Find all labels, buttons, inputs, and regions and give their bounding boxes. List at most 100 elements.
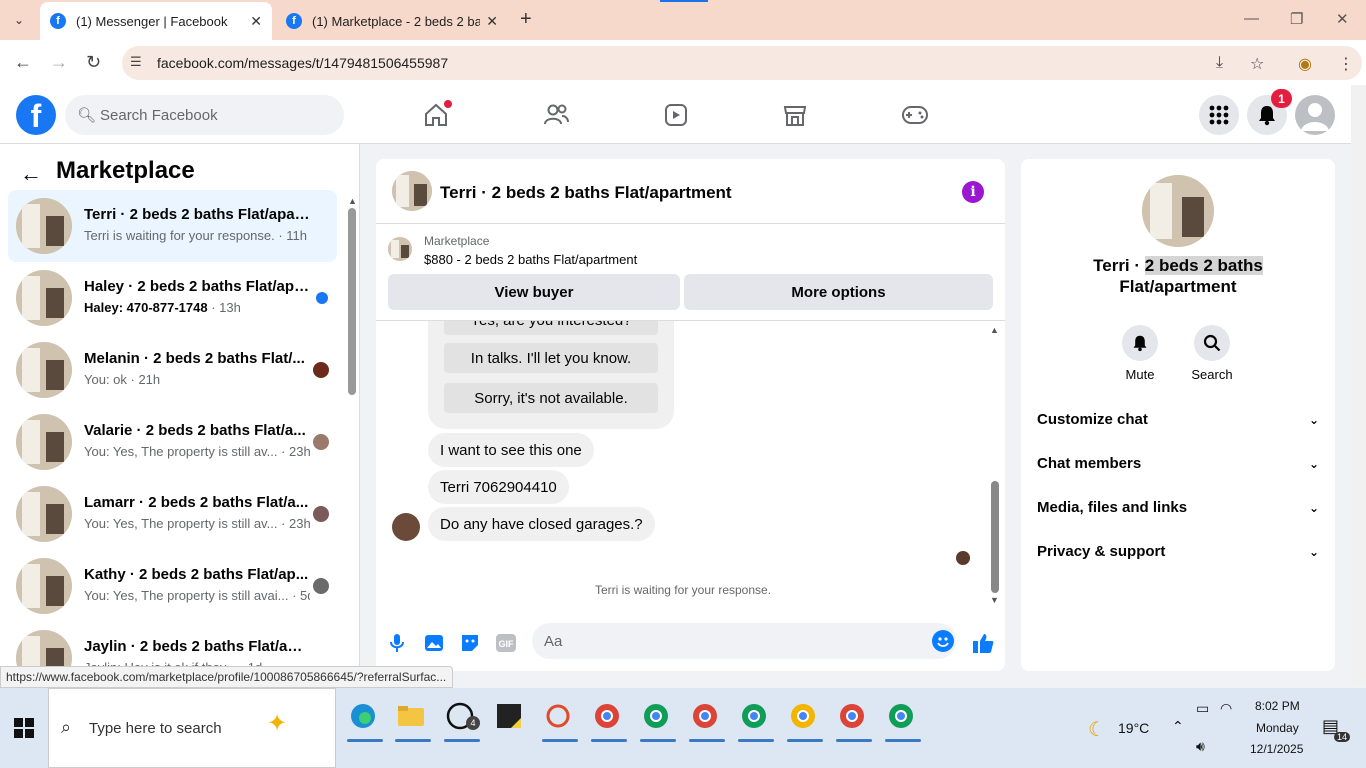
list-title: Marketplace (56, 157, 195, 184)
whatsapp-icon[interactable]: 4 (440, 696, 480, 742)
reload-icon[interactable]: ↻ (86, 52, 101, 73)
facebook-search-input[interactable]: 🔍︎ Search Facebook (65, 95, 344, 135)
file-explorer-icon[interactable] (391, 696, 431, 742)
mute-button[interactable]: Mute (1112, 325, 1168, 382)
gif-icon[interactable]: GIF (495, 632, 517, 654)
media-files-links-section[interactable]: Media, files and links ⌄ (1037, 499, 1319, 523)
conversation-item[interactable]: Kathy · 2 beds 2 baths Flat/ap... You: Y… (8, 550, 337, 622)
battery-icon[interactable]: ▭ (1196, 700, 1209, 717)
omnibox[interactable]: ☰ facebook.com/messages/t/14794815064559… (122, 46, 1362, 80)
chat-avatar[interactable] (392, 171, 432, 211)
clock-date[interactable]: 12/1/2025 (1250, 742, 1303, 756)
tab-close-icon[interactable]: ✕ (250, 13, 262, 30)
url-text[interactable]: facebook.com/messages/t/1479481506455987 (157, 55, 448, 71)
marketplace-icon[interactable] (779, 99, 811, 131)
menu-grid-icon[interactable] (1199, 95, 1239, 135)
listing-thumbnail (16, 342, 72, 398)
customize-chat-section[interactable]: Customize chat ⌄ (1037, 411, 1319, 435)
list-scrollbar[interactable] (348, 208, 356, 395)
taskbar-search-input[interactable]: ⌕ Type here to search ✦ (48, 688, 336, 768)
sticker-icon[interactable] (459, 632, 481, 654)
profile-icon[interactable]: ◉ (1298, 54, 1312, 74)
tray-expand-icon[interactable]: ⌃ (1172, 718, 1184, 735)
friends-icon[interactable] (540, 99, 572, 131)
windows-start-icon[interactable] (14, 718, 34, 738)
view-buyer-button[interactable]: View buyer (388, 274, 680, 310)
facebook-header: f 🔍︎ Search Facebook 1 (0, 85, 1351, 144)
chrome-profile-icon[interactable] (685, 696, 725, 742)
thumbs-up-icon[interactable] (972, 632, 994, 654)
chat-title[interactable]: Terri · 2 beds 2 baths Flat/apartment (440, 183, 732, 203)
details-avatar[interactable] (1142, 175, 1214, 247)
scroll-down-icon[interactable]: ▼ (990, 595, 999, 605)
chrome-profile-icon[interactable] (881, 696, 921, 742)
tab-close-icon[interactable]: ✕ (486, 13, 498, 30)
photo-icon[interactable] (423, 632, 445, 654)
microphone-icon[interactable] (386, 632, 408, 654)
unread-dot (316, 292, 328, 304)
message-bubble: I want to see this one (428, 433, 594, 467)
search-button[interactable]: Search (1184, 325, 1240, 382)
conversation-item[interactable]: Melanin · 2 beds 2 baths Flat/... You: o… (8, 334, 337, 406)
chat-header: Terri · 2 beds 2 baths Flat/apartment i (376, 159, 1005, 224)
chrome-profile-icon[interactable] (734, 696, 774, 742)
clock-time[interactable]: 8:02 PM (1255, 699, 1300, 713)
weather-temp[interactable]: 19°C (1118, 720, 1149, 736)
forward-icon[interactable]: → (50, 52, 68, 73)
conversation-snippet: You: ok · 21h (84, 372, 161, 387)
chat-scrollbar[interactable] (991, 481, 999, 593)
clock-day[interactable]: Monday (1256, 721, 1299, 735)
chat-members-section[interactable]: Chat members ⌄ (1037, 455, 1319, 479)
conversation-item[interactable]: Terri · 2 beds 2 baths Flat/apart... Ter… (8, 190, 337, 262)
whatsapp-badge: 4 (466, 716, 480, 730)
snipping-tool-icon[interactable] (538, 696, 578, 742)
marketplace-conversation-list: ← Marketplace Terri · 2 beds 2 baths Fla… (0, 144, 360, 680)
restore-icon[interactable]: ❐ (1290, 10, 1303, 28)
sender-avatar[interactable] (392, 513, 420, 541)
video-icon[interactable] (660, 99, 692, 131)
window-close-icon[interactable]: ✕ (1336, 10, 1349, 28)
quick-reply-option[interactable]: Sorry, it's not available. (444, 383, 658, 413)
facebook-logo-icon[interactable]: f (16, 95, 56, 135)
menu-kebab-icon[interactable]: ⋮ (1338, 54, 1354, 74)
search-placeholder: Search Facebook (100, 107, 218, 124)
quick-reply-option[interactable]: Yes, are you interested? (444, 321, 658, 335)
volume-icon[interactable]: 🔊︎ (1196, 738, 1205, 755)
minimize-icon[interactable]: — (1244, 10, 1259, 27)
new-tab-icon[interactable]: + (520, 8, 532, 31)
scroll-up-icon[interactable]: ▲ (348, 196, 357, 206)
conversation-item[interactable]: Haley · 2 beds 2 baths Flat/apa... Haley… (8, 262, 337, 334)
page-scrollbar[interactable] (1351, 85, 1366, 685)
edge-icon[interactable] (343, 696, 383, 742)
quick-reply-option[interactable]: In talks. I'll let you know. (444, 343, 658, 373)
listing-price-title[interactable]: $880 - 2 beds 2 baths Flat/apartment (424, 252, 637, 267)
conversation-item[interactable]: Lamarr · 2 beds 2 baths Flat/a... You: Y… (8, 478, 337, 550)
privacy-support-section[interactable]: Privacy & support ⌄ (1037, 543, 1319, 567)
install-app-icon[interactable]: ⤓ (1216, 54, 1223, 72)
chrome-profile-icon[interactable] (783, 696, 823, 742)
chrome-profile-icon[interactable] (832, 696, 872, 742)
chrome-profile-icon[interactable] (587, 696, 627, 742)
weather-moon-icon[interactable]: ☾ (1088, 717, 1106, 742)
account-avatar[interactable] (1295, 95, 1335, 135)
tab-search-chevron-icon[interactable]: ⌄ (8, 9, 30, 31)
site-info-icon[interactable]: ☰ (130, 54, 142, 70)
scroll-up-icon[interactable]: ▲ (990, 325, 999, 335)
message-input[interactable]: Aa (532, 623, 956, 659)
info-icon[interactable]: i (962, 181, 984, 203)
tab-messenger[interactable]: f (1) Messenger | Facebook ✕ (40, 2, 272, 40)
back-icon[interactable]: ← (14, 52, 32, 73)
chrome-profile-icon[interactable] (636, 696, 676, 742)
tab-marketplace[interactable]: f (1) Marketplace - 2 beds 2 bath ✕ (276, 2, 508, 40)
tab-loading-indicator (660, 0, 708, 2)
wifi-icon[interactable]: ◠ (1220, 700, 1232, 717)
conversation-item[interactable]: Valarie · 2 beds 2 baths Flat/a... You: … (8, 406, 337, 478)
bookmark-star-icon[interactable]: ☆ (1250, 54, 1264, 74)
more-options-button[interactable]: More options (684, 274, 993, 310)
sticky-notes-icon[interactable] (489, 696, 529, 736)
gaming-icon[interactable] (899, 99, 931, 131)
back-arrow-icon[interactable]: ← (20, 161, 42, 187)
emoji-icon[interactable] (932, 630, 954, 652)
listing-thumbnail (16, 414, 72, 470)
notification-count-badge: 14 (1334, 732, 1351, 742)
